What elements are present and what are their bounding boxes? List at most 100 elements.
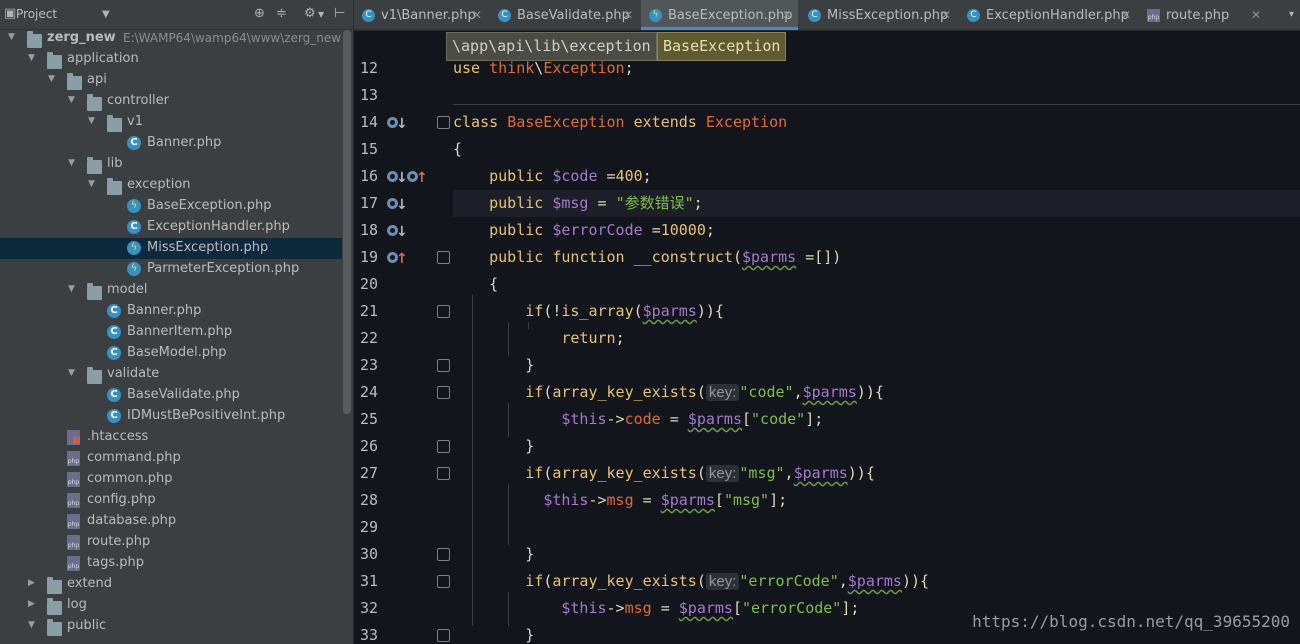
close-icon[interactable]: ✕: [472, 8, 482, 22]
close-icon[interactable]: ✕: [1121, 8, 1131, 22]
tree-item[interactable]: C ExceptionHandler.php: [0, 217, 342, 238]
code-editor[interactable]: 12 13 14 ↓ 15 16 ↓ ↑ 17 ↓ 18 ↓ 19 ↑ 20 21 22 23 24 25 26 27 28…: [354, 31, 1300, 644]
tree-item[interactable]: ▼ zerg_new E:\WAMP64\wamp64\www\zerg_new: [0, 28, 342, 49]
chevron-down-icon[interactable]: ▼: [48, 74, 58, 84]
tree-item[interactable]: C BaseValidate.php: [0, 385, 342, 406]
editor-tab[interactable]: php route.php ✕: [1139, 0, 1267, 30]
code-line[interactable]: }: [453, 352, 534, 379]
fold-toggle-icon[interactable]: [437, 548, 450, 561]
implemented-down-arrow-icon[interactable]: ↓: [396, 171, 408, 185]
code-line[interactable]: public function __construct($parms =[]): [453, 244, 841, 271]
tree-item[interactable]: php command.php: [0, 448, 342, 469]
code-line[interactable]: class BaseException extends Exception: [453, 109, 787, 136]
fold-toggle-icon[interactable]: [437, 386, 450, 399]
chevron-down-icon[interactable]: ▼: [102, 9, 110, 20]
tree-item[interactable]: C Banner.php: [0, 301, 342, 322]
fold-toggle-icon[interactable]: [437, 359, 450, 372]
code-line[interactable]: public $code =400;: [453, 163, 652, 190]
implemented-down-arrow-icon[interactable]: ↓: [396, 117, 408, 131]
chevron-down-icon[interactable]: ▼: [68, 158, 78, 168]
tree-item[interactable]: ▼ application: [0, 49, 342, 70]
tree-item[interactable]: ▼ model: [0, 280, 342, 301]
code-line[interactable]: $this->msg = $parms["msg"];: [453, 487, 787, 514]
fold-toggle-icon[interactable]: [437, 629, 450, 642]
chevron-down-icon[interactable]: ▼: [28, 620, 38, 630]
implemented-down-arrow-icon[interactable]: ↓: [396, 225, 408, 239]
chevron-down-icon[interactable]: ▼: [88, 116, 98, 126]
code-line[interactable]: if(array_key_exists(key: "msg",$parms)){: [453, 460, 875, 487]
chevron-down-icon[interactable]: ▼: [68, 368, 78, 378]
tree-item[interactable]: ϟ ParmeterException.php: [0, 259, 342, 280]
tree-item[interactable]: ▼ v1: [0, 112, 342, 133]
breadcrumb-namespace[interactable]: \app\api\lib\exception: [446, 32, 657, 61]
editor-tab[interactable]: C ExceptionHandler.php ✕: [959, 0, 1137, 30]
tree-item[interactable]: .htaccess: [0, 427, 342, 448]
tree-item[interactable]: php route.php: [0, 532, 342, 553]
overrides-up-arrow-icon[interactable]: ↑: [396, 252, 408, 266]
editor-tab[interactable]: C BaseValidate.php ✕: [490, 0, 639, 30]
tree-item[interactable]: ϟ BaseException.php: [0, 196, 342, 217]
tree-item[interactable]: ▼ exception: [0, 175, 342, 196]
code-line[interactable]: {: [453, 136, 462, 163]
fold-toggle-icon[interactable]: [437, 575, 450, 588]
project-scrollbar[interactable]: [343, 30, 351, 414]
fold-toggle-icon[interactable]: [437, 116, 450, 129]
tree-item[interactable]: C BannerItem.php: [0, 322, 342, 343]
gear-dropdown-icon[interactable]: ▼: [318, 10, 324, 19]
close-icon[interactable]: ✕: [941, 8, 951, 22]
tree-item[interactable]: C IDMustBePositiveInt.php: [0, 406, 342, 427]
chevron-down-icon[interactable]: ▼: [8, 32, 18, 42]
code-line[interactable]: }: [453, 433, 534, 460]
project-panel-title[interactable]: Project: [16, 7, 57, 21]
code-line[interactable]: }: [453, 541, 534, 568]
code-line[interactable]: return;: [453, 325, 624, 352]
fold-toggle-icon[interactable]: [437, 305, 450, 318]
tree-item[interactable]: php common.php: [0, 469, 342, 490]
tree-item[interactable]: php tags.php: [0, 553, 342, 574]
editor-tab[interactable]: ϟ BaseException.php ✕: [641, 0, 798, 30]
tree-item[interactable]: ▼ validate: [0, 364, 342, 385]
code-line[interactable]: public $msg = "参数错误";: [453, 190, 1300, 217]
fold-toggle-icon[interactable]: [437, 467, 450, 480]
hide-panel-icon[interactable]: ⊢: [334, 6, 345, 21]
tree-item[interactable]: ▼ lib: [0, 154, 342, 175]
tree-item[interactable]: ▼ controller: [0, 91, 342, 112]
tree-item[interactable]: ▼ public: [0, 616, 342, 637]
tree-item[interactable]: C Banner.php: [0, 133, 342, 154]
code-line[interactable]: $this->msg = $parms["errorCode"];: [453, 595, 859, 622]
close-icon[interactable]: ✕: [782, 8, 792, 22]
close-icon[interactable]: ✕: [1251, 8, 1261, 22]
overrides-up-arrow-icon[interactable]: ↑: [416, 171, 428, 185]
tree-item[interactable]: ▶ extend: [0, 574, 342, 595]
code-line[interactable]: {: [453, 271, 498, 298]
tree-item[interactable]: ▼ api: [0, 70, 342, 91]
gear-icon[interactable]: ⚙: [304, 6, 316, 21]
editor-tab[interactable]: C MissException.php ✕: [800, 0, 957, 30]
code-line[interactable]: public $errorCode =10000;: [453, 217, 715, 244]
chevron-down-icon[interactable]: ▼: [68, 95, 78, 105]
code-line[interactable]: if(array_key_exists(key: "errorCode",$par…: [453, 568, 929, 595]
code-line[interactable]: }: [453, 622, 534, 644]
tree-item[interactable]: php database.php: [0, 511, 342, 532]
chevron-down-icon[interactable]: ▼: [68, 284, 78, 294]
tabs-overflow-icon[interactable]: ▾: [1289, 9, 1294, 20]
chevron-right-icon[interactable]: ▶: [28, 578, 38, 588]
implemented-down-arrow-icon[interactable]: ↓: [396, 198, 408, 212]
chevron-down-icon[interactable]: ▼: [88, 179, 98, 189]
code-area[interactable]: use think\Exception; class BaseException …: [453, 31, 1300, 644]
chevron-right-icon[interactable]: ▶: [28, 599, 38, 609]
tree-item[interactable]: ϟ MissException.php: [0, 238, 342, 259]
tree-item[interactable]: C BaseModel.php: [0, 343, 342, 364]
fold-toggle-icon[interactable]: [437, 251, 450, 264]
collapse-all-icon[interactable]: ≑: [276, 6, 287, 21]
tree-item[interactable]: ▶ log: [0, 595, 342, 616]
breadcrumb-class[interactable]: BaseException: [657, 32, 787, 61]
fold-toggle-icon[interactable]: [437, 440, 450, 453]
chevron-down-icon[interactable]: ▼: [28, 53, 38, 63]
editor-tab[interactable]: Cv1\Banner.php ✕: [354, 0, 488, 30]
tree-item[interactable]: php config.php: [0, 490, 342, 511]
close-icon[interactable]: ✕: [623, 8, 633, 22]
target-icon[interactable]: ⊕: [254, 6, 265, 21]
code-line[interactable]: if(!is_array($parms)){: [453, 298, 724, 325]
code-line[interactable]: if(array_key_exists(key: "code",$parms)){: [453, 379, 884, 406]
